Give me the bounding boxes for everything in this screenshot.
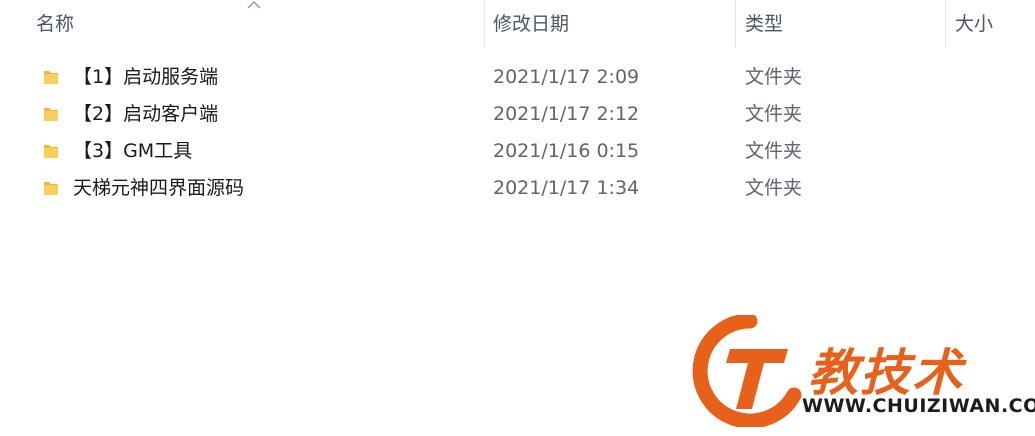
column-header-bar: 名称 修改日期 类型 大小 xyxy=(0,0,1035,48)
file-name: 【3】GM工具 xyxy=(73,140,193,162)
folder-icon xyxy=(44,108,58,121)
file-type: 文件夹 xyxy=(745,103,803,125)
file-date: 2021/1/17 2:12 xyxy=(493,103,640,125)
column-header-size[interactable]: 大小 xyxy=(947,0,1035,48)
file-row[interactable]: 天梯元神四界面源码 2021/1/17 1:34 文件夹 xyxy=(0,170,1035,207)
file-name: 天梯元神四界面源码 xyxy=(73,177,245,199)
file-type: 文件夹 xyxy=(745,140,803,162)
file-date: 2021/1/17 1:34 xyxy=(493,177,640,199)
column-header-type[interactable]: 类型 xyxy=(737,0,945,48)
watermark-logo: 教技术 WWW.CHUIZIWAN.COM xyxy=(690,315,1035,436)
file-name: 【1】启动服务端 xyxy=(73,66,219,88)
file-list: 【1】启动服务端 2021/1/17 2:09 文件夹 【2】启动客户端 202… xyxy=(0,59,1035,207)
column-divider[interactable] xyxy=(735,0,736,48)
column-divider[interactable] xyxy=(945,0,946,48)
file-type: 文件夹 xyxy=(745,177,803,199)
file-date: 2021/1/17 2:09 xyxy=(493,66,640,88)
file-row[interactable]: 【2】启动客户端 2021/1/17 2:12 文件夹 xyxy=(0,96,1035,133)
t-logo-icon xyxy=(692,315,802,427)
file-row[interactable]: 【1】启动服务端 2021/1/17 2:09 文件夹 xyxy=(0,59,1035,96)
file-name: 【2】启动客户端 xyxy=(73,103,219,125)
file-type: 文件夹 xyxy=(745,66,803,88)
folder-icon xyxy=(44,71,58,84)
column-header-name[interactable]: 名称 xyxy=(28,0,483,48)
file-date: 2021/1/16 0:15 xyxy=(493,140,640,162)
file-row[interactable]: 【3】GM工具 2021/1/16 0:15 文件夹 xyxy=(0,133,1035,170)
folder-icon xyxy=(44,182,58,195)
column-header-date[interactable]: 修改日期 xyxy=(485,0,735,48)
watermark-url: WWW.CHUIZIWAN.COM xyxy=(802,395,1035,417)
folder-icon xyxy=(44,145,58,158)
